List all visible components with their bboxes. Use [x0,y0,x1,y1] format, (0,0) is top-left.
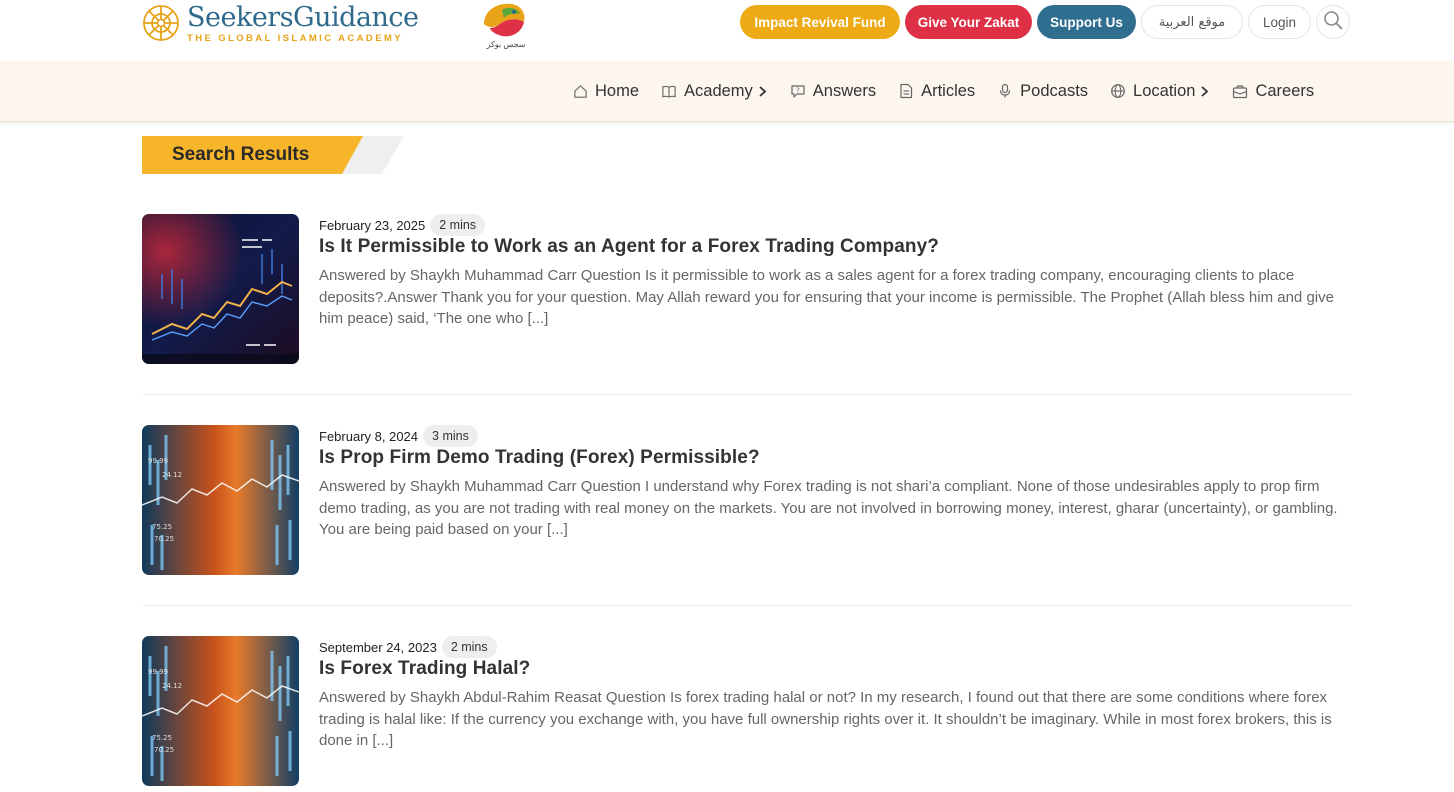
nav-label-podcasts: Podcasts [1020,81,1089,100]
impact-revival-fund-button[interactable]: Impact Revival Fund [740,5,900,39]
result-divider [142,605,1352,606]
page-title: Search Results [172,144,310,165]
arabic-site-button[interactable]: موقع العربية [1141,5,1243,39]
globe-icon [1110,83,1126,99]
svg-text:99.99: 99.99 [148,668,168,676]
result-title-link[interactable]: Is Forex Trading Halal? [319,658,1349,680]
logo-text: SeekersGuidance THE GLOBAL ISLAMIC ACADE… [187,1,419,44]
nav-item-podcasts[interactable]: Podcasts [997,82,1088,101]
svg-text:70.25: 70.25 [154,535,174,543]
home-icon [572,83,588,99]
nav-item-location[interactable]: Location [1110,82,1210,101]
result-excerpt: Answered by Shaykh Muhammad Carr Questio… [319,478,1338,538]
site-logo[interactable]: SeekersGuidance THE GLOBAL ISLAMIC ACADE… [141,0,419,46]
brand-tagline: THE GLOBAL ISLAMIC ACADEMY [187,32,403,44]
search-icon [1323,10,1343,35]
result-title-link[interactable]: Is It Permissible to Work as an Agent fo… [319,236,1349,258]
nav-label-careers: Careers [1255,81,1315,100]
search-results-heading: Search Results [142,136,404,174]
give-zakat-button[interactable]: Give Your Zakat [905,5,1032,39]
svg-text:24.12: 24.12 [162,682,182,690]
book-icon [661,83,677,99]
svg-text:?: ? [796,87,800,95]
nav-item-careers[interactable]: Careers [1232,82,1314,101]
result-date: September 24, 2023 [319,639,437,655]
chevron-right-icon [758,85,768,97]
microphone-icon [997,83,1013,99]
result-date: February 8, 2024 [319,428,419,444]
svg-text:75.25: 75.25 [152,734,172,742]
result-meta: September 24, 2023 2 mins [319,636,497,658]
nav-label-academy: Academy [684,81,753,100]
site-header: SeekersGuidance THE GLOBAL ISLAMIC ACADE… [0,0,1454,61]
svg-text:75.25: 75.25 [152,523,172,531]
result-meta: February 23, 2025 2 mins [319,214,486,236]
nav-label-articles: Articles [921,81,976,100]
search-result-item: 99.99 24.12 75.25 70.25 February 8, 2024 3 … [142,425,1352,575]
svg-text:24.12: 24.12 [162,471,182,479]
result-thumbnail[interactable] [142,214,299,364]
nav-label-home: Home [595,81,640,100]
result-date: February 23, 2025 [319,217,426,233]
nav-item-academy[interactable]: Academy [661,82,768,101]
login-button[interactable]: Login [1248,5,1311,39]
read-time-badge: 2 mins [430,214,486,236]
result-divider [142,394,1352,395]
result-title-link[interactable]: Is Prop Firm Demo Trading (Forex) Permis… [319,447,1349,469]
svg-text:99.99: 99.99 [148,457,168,465]
brand-name: SeekersGuidance [187,1,419,33]
search-result-item: February 23, 2025 2 mins Is It Permissib… [142,214,1352,364]
nav-item-answers[interactable]: ? Answers [790,82,876,101]
search-result-item: 99.99 24.12 75.25 70.25 September 24, 2023 … [142,636,1352,786]
read-time-badge: 2 mins [441,636,497,658]
result-excerpt: Answered by Shaykh Abdul-Rahim Reasat Qu… [319,689,1332,749]
result-excerpt: Answered by Shaykh Muhammad Carr Questio… [319,267,1334,327]
logo-emblem-icon [141,3,181,43]
nav-label-location: Location [1133,81,1196,100]
support-us-button[interactable]: Support Us [1037,5,1136,39]
result-meta: February 8, 2024 3 mins [319,425,478,447]
nav-item-home[interactable]: Home [572,82,639,101]
header-actions: Impact Revival Fund Give Your Zakat Supp… [740,5,1350,39]
nav-label-answers: Answers [812,81,877,100]
chevron-right-icon [1200,85,1210,97]
nav-item-articles[interactable]: Articles [898,82,975,101]
partner-logo-caption: سجس بوكر [486,40,526,49]
result-thumbnail[interactable]: 99.99 24.12 75.25 70.25 [142,636,299,786]
question-bubble-icon: ? [790,83,806,99]
result-thumbnail[interactable]: 99.99 24.12 75.25 70.25 [142,425,299,575]
document-icon [898,83,914,99]
main-navigation: Home Academy ? Answers Articles Podcasts… [0,61,1454,122]
briefcase-icon [1232,83,1248,99]
svg-text:70.25: 70.25 [154,746,174,754]
read-time-badge: 3 mins [423,425,478,447]
search-button[interactable] [1316,5,1350,39]
